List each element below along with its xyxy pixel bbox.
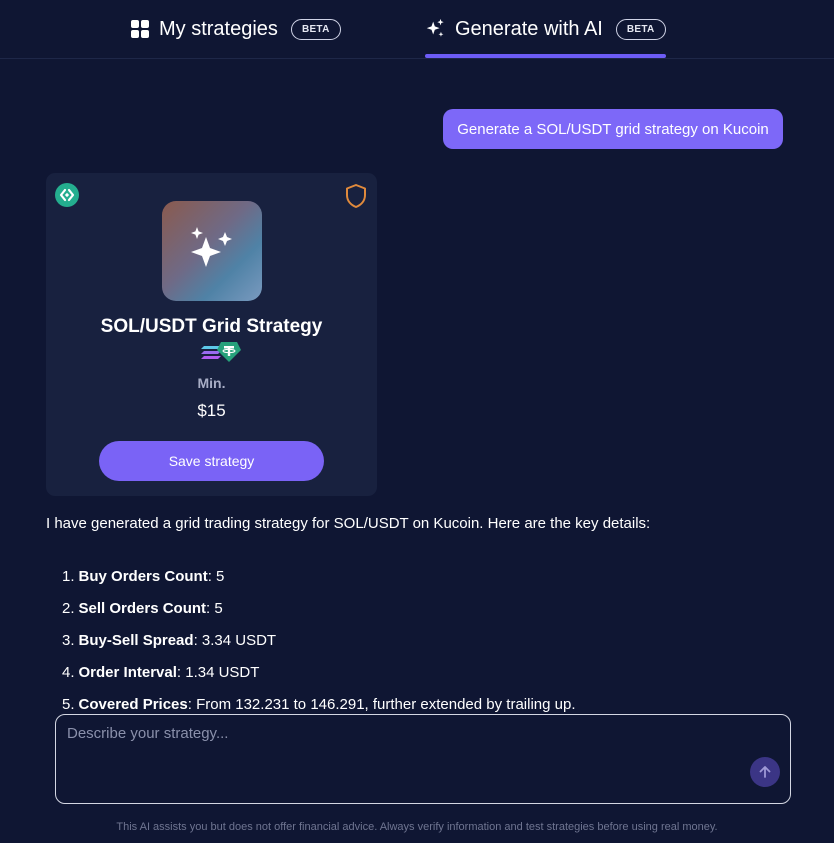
ai-response-intro: I have generated a grid trading strategy… xyxy=(46,515,651,532)
beta-badge: BETA xyxy=(615,18,666,40)
sparkles-icon xyxy=(426,18,444,37)
tab-my-strategies[interactable]: My strategies BETA xyxy=(130,0,341,58)
tab-label: My strategies xyxy=(159,17,278,40)
strategy-prompt-input[interactable] xyxy=(67,725,747,785)
sparkles-icon xyxy=(191,227,232,267)
list-item: 3. Buy-Sell Spread: 3.34 USDT xyxy=(62,631,277,649)
tab-generate-with-ai[interactable]: Generate with AI BETA xyxy=(424,0,666,58)
strategy-title: SOL/USDT Grid Strategy xyxy=(100,316,323,337)
usdt-coin-icon xyxy=(217,342,241,362)
grid-icon xyxy=(131,20,149,38)
min-label: Min. xyxy=(197,375,226,391)
ai-strategy-page: My strategies BETA Generate with AI BETA… xyxy=(0,0,834,843)
tab-bar: My strategies BETA Generate with AI BETA xyxy=(0,0,834,59)
active-tab-indicator xyxy=(425,54,666,58)
sol-usdt-coin-icons xyxy=(201,342,241,362)
tab-label: Generate with AI xyxy=(455,17,603,40)
beta-badge: BETA xyxy=(290,18,341,40)
disclaimer-text: This AI assists you but does not offer f… xyxy=(116,821,718,833)
list-item: 2. Sell Orders Count: 5 xyxy=(62,599,223,617)
save-strategy-button[interactable]: Save strategy xyxy=(99,441,324,481)
shield-icon xyxy=(346,184,366,208)
prompt-input-box xyxy=(55,714,791,804)
strategy-details-list: 1. Buy Orders Count: 5 2. Sell Orders Coun… xyxy=(62,560,576,720)
strategy-image xyxy=(162,201,262,301)
arrow-up-icon xyxy=(759,766,771,778)
user-message-bubble: Generate a SOL/USDT grid strategy on Kuc… xyxy=(443,109,783,149)
sol-coin-icon xyxy=(201,346,221,359)
list-item: 1. Buy Orders Count: 5 xyxy=(62,567,225,585)
min-investment-value: $15 xyxy=(197,401,226,420)
list-item: 4. Order Interval: 1.34 USDT xyxy=(62,663,260,681)
strategy-card[interactable]: SOL/USDT Grid Strategy Min. $15 Save str… xyxy=(46,173,377,496)
kucoin-logo-icon xyxy=(55,183,79,207)
send-button[interactable] xyxy=(750,757,780,787)
